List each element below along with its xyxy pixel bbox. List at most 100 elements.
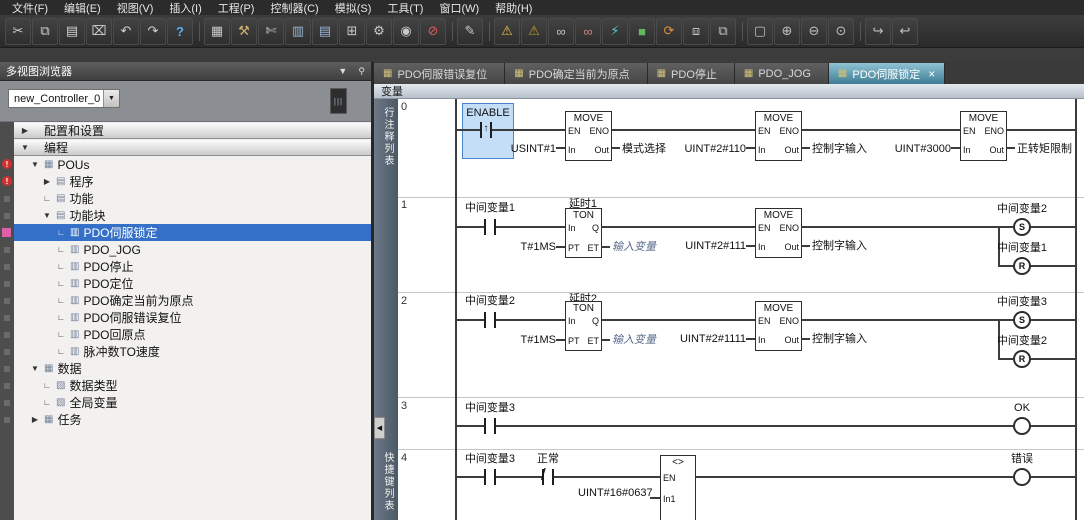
- watch-window-icon[interactable]: ▤: [312, 18, 338, 45]
- row-comment-list-tab[interactable]: 行注释列表: [380, 107, 395, 167]
- rung-number[interactable]: 2: [401, 295, 407, 307]
- undo-icon[interactable]: ↶: [113, 18, 139, 45]
- io-map-icon[interactable]: ⊞: [339, 18, 365, 45]
- tree-expander-icon[interactable]: ∟: [56, 347, 66, 356]
- output-coil[interactable]: [1013, 417, 1031, 435]
- tree-section-programming[interactable]: ▼ 编程: [0, 139, 371, 156]
- select-region-icon[interactable]: ▢: [747, 18, 773, 45]
- rung-number[interactable]: 3: [401, 400, 407, 412]
- shortcut-key-list-tab[interactable]: 快捷键列表: [380, 452, 395, 512]
- tree-expander-icon[interactable]: ▼: [20, 143, 30, 152]
- menu-item[interactable]: 控制器(C): [262, 0, 326, 16]
- menu-item[interactable]: 工程(P): [210, 0, 263, 16]
- cut-icon[interactable]: ✂: [5, 18, 31, 45]
- move-block[interactable]: MOVE EN ENO In Out: [755, 111, 802, 161]
- tree-expander-icon[interactable]: ∟: [42, 381, 52, 390]
- block-input-value[interactable]: T#1MS: [498, 241, 556, 253]
- move-block[interactable]: MOVE EN ENO In Out: [960, 111, 1007, 161]
- compare-block[interactable]: <> EN In1: [660, 455, 696, 520]
- controller-dropdown[interactable]: new_Controller_0 ▼: [8, 89, 120, 108]
- dropdown-arrow-icon[interactable]: ▼: [103, 90, 119, 107]
- contact[interactable]: [484, 312, 486, 328]
- refresh-icon[interactable]: ⟳: [656, 18, 682, 45]
- tree-item-global-variables[interactable]: ∟ ▧ 全局变量: [0, 394, 371, 411]
- contact[interactable]: [494, 418, 496, 434]
- ladder-editor-canvas[interactable]: 0 1 2 3 4 ENABLE ↑ MOVE EN ENO In Out US…: [398, 99, 1084, 520]
- menu-item[interactable]: 工具(T): [379, 0, 431, 16]
- tree-expander-icon[interactable]: ∟: [56, 330, 66, 339]
- tree-item-pdo-stop[interactable]: ∟ ▥ PDO停止: [0, 258, 371, 275]
- menu-item[interactable]: 文件(F): [4, 0, 56, 16]
- paste-icon[interactable]: ▤: [59, 18, 85, 45]
- tree-item-pdo-set-origin[interactable]: ∟ ▥ PDO确定当前为原点: [0, 292, 371, 309]
- tree-expander-icon[interactable]: ∟: [56, 228, 66, 237]
- block-input-value[interactable]: UINT#16#0637: [578, 487, 650, 499]
- redo-icon[interactable]: ↷: [140, 18, 166, 45]
- check-all-icon[interactable]: ⚠: [521, 18, 547, 45]
- tree-expander-icon[interactable]: ∟: [56, 296, 66, 305]
- online-icon[interactable]: ⚡: [602, 18, 628, 45]
- set-coil[interactable]: S: [1013, 311, 1031, 329]
- tree-item-pous[interactable]: ▼ ▦ POUs: [0, 156, 371, 173]
- abort-icon[interactable]: ⊘: [420, 18, 446, 45]
- window-menu-icon[interactable]: ▼: [338, 66, 347, 76]
- tree-item-programs[interactable]: ▶ ▤ 程序: [0, 173, 371, 190]
- jump-back-icon[interactable]: ↩: [892, 18, 918, 45]
- negated-contact[interactable]: [552, 469, 554, 485]
- output-coil[interactable]: [1013, 468, 1031, 486]
- contact[interactable]: [494, 469, 496, 485]
- tree-expander-icon[interactable]: ∟: [56, 313, 66, 322]
- set-coil[interactable]: S: [1013, 218, 1031, 236]
- tree-expander-icon[interactable]: ▶: [20, 126, 30, 135]
- pin-icon[interactable]: ⚲: [358, 66, 365, 76]
- menu-item[interactable]: 视图(V): [109, 0, 162, 16]
- menu-item[interactable]: 编辑(E): [56, 0, 109, 16]
- patch-icon[interactable]: ✄: [258, 18, 284, 45]
- tree-expander-icon[interactable]: ∟: [56, 245, 66, 254]
- block-input-value[interactable]: UINT#2#110: [678, 143, 746, 155]
- search-icon[interactable]: ◉: [393, 18, 419, 45]
- tree-item-function-blocks[interactable]: ▼ ▤ 功能块: [0, 207, 371, 224]
- synchronize-icon[interactable]: ∞: [548, 18, 574, 45]
- block-output-variable[interactable]: 输入变量: [612, 241, 656, 253]
- timer-block[interactable]: TON In Q PT ET: [565, 301, 602, 351]
- split-layout-icon[interactable]: ⧈: [683, 18, 709, 45]
- tree-expander-icon[interactable]: ▼: [30, 364, 40, 373]
- block-input-value[interactable]: USINT#1: [498, 143, 556, 155]
- tree-item-tasks[interactable]: ▶ ▦ 任务: [0, 411, 371, 428]
- menu-item[interactable]: 模拟(S): [327, 0, 380, 16]
- editor-tab[interactable]: ▦ PDO伺服锁定 ×: [829, 63, 945, 84]
- rung-number[interactable]: 0: [401, 101, 407, 113]
- variables-bar[interactable]: 变量: [374, 84, 1084, 99]
- tab-close-icon[interactable]: ×: [928, 69, 935, 79]
- menu-item[interactable]: 插入(I): [161, 0, 209, 16]
- zoom-100-icon[interactable]: ⊙: [828, 18, 854, 45]
- move-block[interactable]: MOVE EN ENO In Out: [565, 111, 612, 161]
- tree-expander-icon[interactable]: ∟: [42, 194, 52, 203]
- timer-block[interactable]: TON In Q PT ET: [565, 208, 602, 258]
- tree-expander-icon[interactable]: ∟: [56, 262, 66, 271]
- block-input-value[interactable]: UINT#2#1111: [678, 333, 746, 345]
- tree-item-pdo-servo-lock[interactable]: ∟ ▥ PDO伺服锁定: [0, 224, 371, 241]
- rung-number[interactable]: 1: [401, 199, 407, 211]
- contact[interactable]: [484, 418, 486, 434]
- tree-item-pulse-to-speed[interactable]: ∟ ▥ 脉冲数TO速度: [0, 343, 371, 360]
- tree-item-pdo-home[interactable]: ∟ ▥ PDO回原点: [0, 326, 371, 343]
- block-input-value[interactable]: UINT#2#111: [678, 240, 746, 252]
- move-block[interactable]: MOVE EN ENO In Out: [755, 208, 802, 258]
- cascade-layout-icon[interactable]: ⧉: [710, 18, 736, 45]
- block-output-label[interactable]: 控制字输入: [812, 143, 867, 155]
- reset-coil[interactable]: R: [1013, 257, 1031, 275]
- copy-icon[interactable]: ⧉: [32, 18, 58, 45]
- zoom-out-icon[interactable]: ⊖: [801, 18, 827, 45]
- jump-forward-icon[interactable]: ↪: [865, 18, 891, 45]
- reset-coil[interactable]: R: [1013, 350, 1031, 368]
- tree-item-pdo-error-reset[interactable]: ∟ ▥ PDO伺服错误复位: [0, 309, 371, 326]
- panel-config-icon[interactable]: |||: [330, 88, 347, 114]
- block-output-label[interactable]: 模式选择: [622, 143, 666, 155]
- block-input-value[interactable]: UINT#3000: [883, 143, 951, 155]
- tree-item-pdo-jog[interactable]: ∟ ▥ PDO_JOG: [0, 241, 371, 258]
- editor-tab[interactable]: ▦ PDO停止: [648, 63, 735, 84]
- monitor-icon[interactable]: ▥: [285, 18, 311, 45]
- check-program-icon[interactable]: ⚠: [494, 18, 520, 45]
